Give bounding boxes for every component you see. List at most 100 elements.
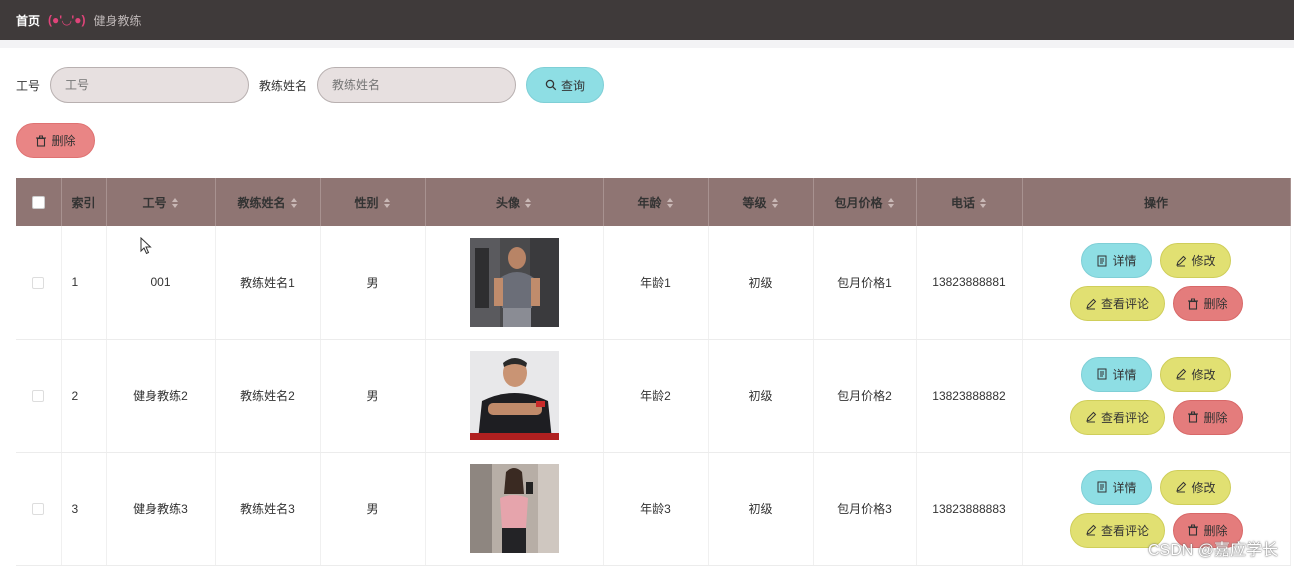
view-reviews-button[interactable]: 查看评论 bbox=[1069, 286, 1165, 322]
col-name[interactable]: 教练姓名 bbox=[215, 178, 321, 226]
pencil-icon bbox=[1086, 524, 1097, 536]
sort-icon[interactable] bbox=[525, 198, 532, 209]
pencil-icon bbox=[1176, 368, 1187, 380]
col-level[interactable]: 等级 bbox=[708, 178, 814, 226]
document-icon bbox=[1097, 255, 1107, 267]
sort-icon[interactable] bbox=[290, 198, 298, 209]
cell-id: 001 bbox=[106, 226, 216, 340]
document-icon bbox=[1097, 481, 1107, 493]
edit-button[interactable]: 修改 bbox=[1160, 356, 1231, 392]
sort-icon[interactable] bbox=[980, 198, 987, 209]
table-row: 2 健身教练2 教练姓名2 男 年龄2 初级 包月价格2 13823888882 bbox=[16, 339, 1291, 453]
select-all-cell bbox=[16, 178, 62, 226]
document-icon bbox=[1097, 368, 1107, 380]
cell-index: 3 bbox=[61, 452, 107, 566]
sort-icon[interactable] bbox=[887, 198, 895, 209]
cell-avatar bbox=[425, 339, 604, 453]
cell-avatar bbox=[425, 452, 604, 566]
cell-phone: 13823888883 bbox=[916, 452, 1023, 566]
avatar[interactable] bbox=[469, 237, 559, 327]
row-checkbox[interactable] bbox=[32, 390, 45, 403]
sort-icon[interactable] bbox=[171, 198, 179, 209]
detail-button[interactable]: 详情 bbox=[1081, 469, 1152, 505]
cell-index: 2 bbox=[61, 339, 107, 453]
edit-button[interactable]: 修改 bbox=[1160, 469, 1231, 505]
col-age[interactable]: 年龄 bbox=[603, 178, 709, 226]
top-navbar: 首页 (●'◡'●) 健身教练 bbox=[0, 0, 1294, 40]
cell-gender: 男 bbox=[320, 226, 426, 340]
sort-icon[interactable] bbox=[383, 198, 391, 209]
cell-gender: 男 bbox=[320, 452, 426, 566]
pencil-icon bbox=[1176, 481, 1187, 493]
detail-button[interactable]: 详情 bbox=[1081, 356, 1152, 392]
col-price[interactable]: 包月价格 bbox=[813, 178, 917, 226]
tab-strip bbox=[0, 40, 1294, 48]
col-index: 索引 bbox=[61, 178, 107, 226]
cell-age: 年龄3 bbox=[603, 452, 709, 566]
breadcrumb-current: 健身教练 bbox=[93, 13, 142, 28]
cell-level: 初级 bbox=[708, 339, 814, 453]
cell-age: 年龄2 bbox=[603, 339, 709, 453]
cell-price: 包月价格1 bbox=[813, 226, 917, 340]
cell-age: 年龄1 bbox=[603, 226, 709, 340]
avatar[interactable] bbox=[469, 351, 559, 440]
row-select-cell bbox=[16, 452, 62, 566]
search-form: 工号 教练姓名 查询 bbox=[16, 67, 605, 103]
pencil-icon bbox=[1086, 298, 1097, 310]
detail-button[interactable]: 详情 bbox=[1081, 243, 1152, 279]
cell-price: 包月价格2 bbox=[813, 339, 917, 453]
row-select-cell bbox=[16, 226, 62, 340]
cell-level: 初级 bbox=[708, 226, 814, 340]
search-icon bbox=[545, 79, 557, 91]
row-checkbox[interactable] bbox=[32, 503, 45, 516]
col-phone[interactable]: 电话 bbox=[916, 178, 1023, 226]
cell-name: 教练姓名1 bbox=[215, 226, 321, 340]
col-avatar[interactable]: 头像 bbox=[425, 178, 604, 226]
id-input[interactable] bbox=[50, 67, 250, 103]
query-button-label: 查询 bbox=[561, 78, 586, 93]
table-row: 1 001 教练姓名1 男 年龄1 初级 包月价格1 13823888881 详… bbox=[16, 226, 1291, 340]
sort-icon[interactable] bbox=[771, 198, 779, 209]
watermark: CSDN @嘉应学长 bbox=[1147, 542, 1278, 559]
sort-icon[interactable] bbox=[666, 198, 674, 209]
table-header-row: 索引 工号 教练姓名 性别 头像 年龄 等级 包月价格 电话 操作 bbox=[16, 178, 1291, 226]
cell-name: 教练姓名3 bbox=[215, 452, 321, 566]
row-checkbox[interactable] bbox=[32, 277, 45, 290]
bulk-delete-label: 删除 bbox=[51, 134, 76, 148]
trash-icon bbox=[1188, 524, 1199, 536]
col-actions: 操作 bbox=[1022, 178, 1291, 226]
col-gender[interactable]: 性别 bbox=[320, 178, 426, 226]
cell-id: 健身教练2 bbox=[106, 339, 216, 453]
trash-icon bbox=[36, 135, 47, 147]
cell-price: 包月价格3 bbox=[813, 452, 917, 566]
query-button[interactable]: 查询 bbox=[526, 67, 605, 103]
name-label: 教练姓名 bbox=[259, 78, 308, 93]
cell-actions: 详情 修改 查看评论 删除 bbox=[1022, 226, 1291, 340]
mouse-cursor-icon bbox=[140, 237, 152, 255]
cell-actions: 详情 修改 查看评论 删除 bbox=[1022, 339, 1291, 453]
cell-id: 健身教练3 bbox=[106, 452, 216, 566]
cell-phone: 13823888882 bbox=[916, 339, 1023, 453]
view-reviews-button[interactable]: 查看评论 bbox=[1069, 399, 1165, 435]
cell-avatar bbox=[425, 226, 604, 340]
avatar[interactable] bbox=[469, 464, 559, 553]
breadcrumb-emoticon: (●'◡'●) bbox=[48, 13, 86, 27]
cell-phone: 13823888881 bbox=[916, 226, 1023, 340]
row-select-cell bbox=[16, 339, 62, 453]
delete-button[interactable]: 删除 bbox=[1172, 399, 1243, 435]
select-all-checkbox[interactable] bbox=[31, 196, 45, 210]
trash-icon bbox=[1188, 298, 1199, 310]
col-id[interactable]: 工号 bbox=[106, 178, 216, 226]
delete-button[interactable]: 删除 bbox=[1172, 286, 1243, 322]
breadcrumb-home[interactable]: 首页 bbox=[16, 12, 40, 29]
name-input[interactable] bbox=[317, 67, 517, 103]
trash-icon bbox=[1188, 411, 1199, 423]
pencil-icon bbox=[1176, 255, 1187, 267]
table-row: 3 健身教练3 教练姓名3 男 年龄3 初级 包月价格3 13823888883… bbox=[16, 452, 1291, 566]
cell-gender: 男 bbox=[320, 339, 426, 453]
cell-level: 初级 bbox=[708, 452, 814, 566]
edit-button[interactable]: 修改 bbox=[1160, 243, 1231, 279]
bulk-delete-button[interactable]: 删除 bbox=[16, 123, 95, 158]
cell-name: 教练姓名2 bbox=[215, 339, 321, 453]
cell-index: 1 bbox=[61, 226, 107, 340]
